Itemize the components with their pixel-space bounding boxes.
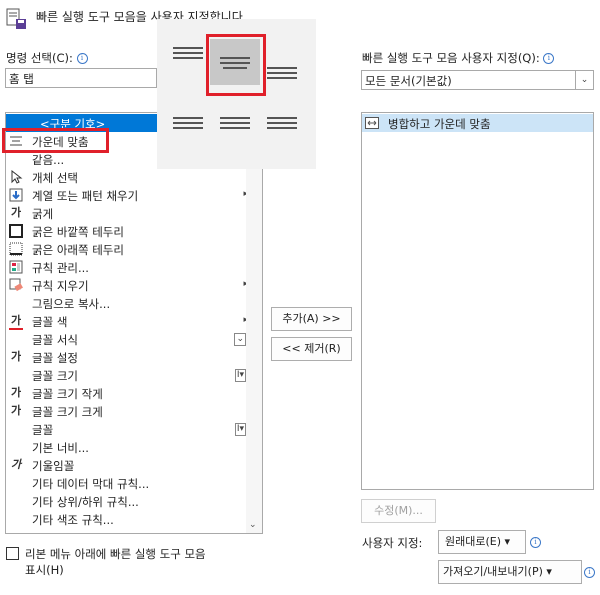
blank-icon	[9, 422, 23, 436]
info-icon: i	[530, 537, 541, 548]
dropdown-arrow-icon: ▾	[504, 535, 511, 548]
checkbox-label-line2: 표시(H)	[25, 563, 64, 577]
bold-icon: 가	[10, 206, 22, 219]
customize-qat-label: 빠른 실행 도구 모음 사용자 지정(Q): i	[362, 50, 555, 66]
list-item[interactable]: 글꼴 서식 ⌄	[6, 330, 262, 348]
align-center-icon[interactable]	[220, 113, 250, 133]
blank-icon	[9, 152, 23, 166]
list-item[interactable]: 그림으로 복사...	[6, 294, 262, 312]
italic-icon: 가	[10, 458, 22, 471]
decrease-font-icon: 가	[10, 386, 22, 399]
blank-icon	[9, 296, 23, 310]
list-item[interactable]: 가 글꼴 크기 크게	[6, 402, 262, 420]
select-objects-icon	[9, 169, 23, 184]
list-item[interactable]: 굵은 아래쪽 테두리	[6, 240, 262, 258]
blank-icon	[9, 476, 23, 490]
list-item[interactable]: 병합하고 가운데 맞춤	[362, 114, 593, 132]
highlight-list-item	[2, 128, 109, 153]
modify-button[interactable]: 수정(M)...	[361, 499, 436, 523]
customize-qat-combo[interactable]: 모든 문서(기본값) ⌄	[361, 70, 594, 90]
list-item[interactable]: 개체 선택	[6, 168, 262, 186]
thick-outside-border-icon	[9, 224, 23, 238]
clear-rules-icon	[9, 278, 23, 292]
commands-list-scrollbar[interactable]: ⌄	[246, 113, 262, 533]
blank-icon	[9, 494, 23, 508]
list-item[interactable]: 기타 데이터 막대 규칙...	[6, 474, 262, 492]
list-item[interactable]: 글꼴 I▾	[6, 420, 262, 438]
show-qat-below-ribbon-checkbox[interactable]	[6, 547, 19, 560]
commands-list[interactable]: <구분 기호>가운데 맞춤같음...개체 선택계열 또는 패턴 채우기▸가굵게굵…	[5, 112, 263, 534]
checkbox-label-line1: 리본 메뉴 아래에 빠른 실행 도구 모음	[25, 547, 206, 561]
list-item[interactable]: 가 기울임꼴	[6, 456, 262, 474]
info-icon: i	[543, 53, 555, 64]
list-item[interactable]: 가글꼴 색▸	[6, 312, 262, 330]
merge-center-icon	[365, 116, 379, 130]
list-item[interactable]: 기타 상위/하위 규칙...	[6, 492, 262, 510]
blank-icon	[9, 332, 23, 346]
font-size-dropdown-icon: I▾	[234, 369, 246, 382]
qat-window-icon	[4, 6, 28, 30]
customizations-label: 사용자 지정:	[362, 536, 423, 550]
list-item[interactable]: 계열 또는 패턴 채우기▸	[6, 186, 262, 204]
choose-commands-combo[interactable]: 홈 탭	[5, 68, 157, 88]
remove-button[interactable]: << 제거(R)	[271, 337, 352, 361]
list-item[interactable]: 기본 너비...	[6, 438, 262, 456]
list-item[interactable]: 규칙 지우기▸	[6, 276, 262, 294]
align-left-icon[interactable]	[173, 113, 203, 133]
list-item[interactable]: 가 글꼴 설정	[6, 348, 262, 366]
font-color-icon: 가	[9, 314, 23, 330]
align-right-icon[interactable]	[267, 113, 297, 133]
list-item[interactable]: 기타 색조 규칙...	[6, 510, 262, 528]
add-button[interactable]: 추가(A) >>	[271, 307, 352, 331]
fill-series-icon	[9, 188, 23, 202]
dropdown-icon: ⌄	[234, 333, 246, 346]
list-item[interactable]: 규칙 관리...	[6, 258, 262, 276]
blank-icon	[9, 440, 23, 454]
blank-icon	[9, 512, 23, 526]
list-item[interactable]: 글꼴 크기 I▾	[6, 366, 262, 384]
font-settings-icon: 가	[10, 350, 22, 363]
info-icon: i	[76, 53, 88, 64]
info-icon: i	[584, 567, 595, 578]
align-top-right-icon[interactable]	[267, 63, 297, 83]
list-item[interactable]: 가 굵게	[6, 204, 262, 222]
list-item[interactable]: 굵은 바깥쪽 테두리	[6, 222, 262, 240]
chevron-down-icon[interactable]: ⌄	[575, 71, 593, 89]
font-size-dropdown-icon: I▾	[234, 423, 246, 436]
import-export-button[interactable]: 가져오기/내보내기(P) ▾	[438, 560, 582, 584]
choose-commands-label: 명령 선택(C): i	[6, 50, 88, 66]
thick-bottom-border-icon	[9, 242, 23, 256]
qat-list[interactable]: 병합하고 가운데 맞춤	[361, 112, 594, 490]
reset-button[interactable]: 원래대로(E) ▾	[438, 530, 526, 554]
manage-rules-icon	[9, 260, 23, 274]
dropdown-arrow-icon: ▾	[546, 565, 552, 578]
align-top-left-icon[interactable]	[173, 43, 203, 63]
highlight-popup-selection	[206, 34, 266, 96]
increase-font-icon: 가	[10, 404, 22, 417]
list-item[interactable]: 가 글꼴 크기 작게	[6, 384, 262, 402]
scroll-down-icon[interactable]: ⌄	[249, 520, 257, 530]
blank-icon	[9, 368, 23, 382]
